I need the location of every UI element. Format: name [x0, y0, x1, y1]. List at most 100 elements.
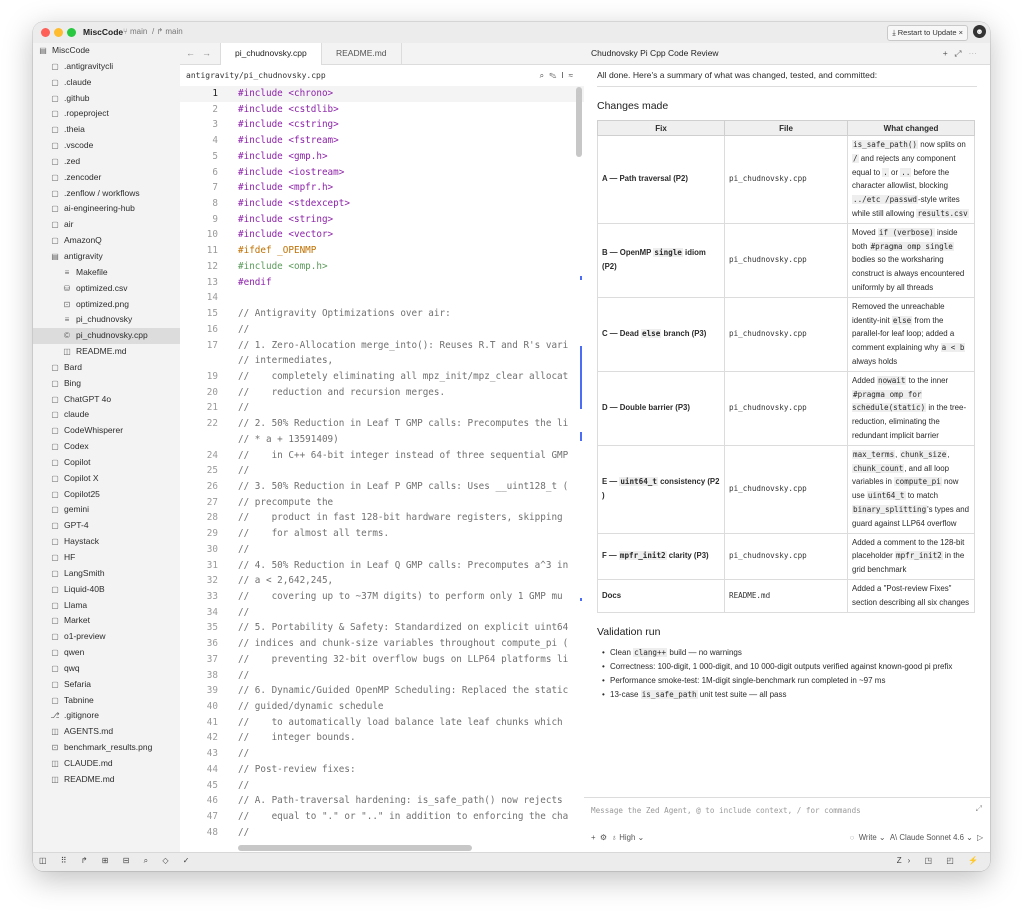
code-line[interactable]: 1 #include <chrono>	[180, 86, 584, 102]
code-view[interactable]: 1 #include <chrono> 2 #include <cstdlib> 3 #i…	[180, 86, 584, 853]
avatar[interactable]: ☻	[973, 25, 986, 38]
code-line[interactable]: 17 // 1. Zero-Allocation merge_into(): Re…	[180, 338, 584, 354]
code-line[interactable]: 32 // a < 2,642,245,	[180, 573, 584, 589]
code-line[interactable]: 13 #endif	[180, 275, 584, 291]
tree-item[interactable]: ▢ claude	[33, 407, 180, 423]
tree-item[interactable]: ▢ ai-engineering-hub	[33, 201, 180, 217]
mode-selector[interactable]: Write ⌄	[859, 833, 886, 842]
tree-item[interactable]: ▢ .zed	[33, 154, 180, 170]
code-line[interactable]: 39 // 6. Dynamic/Guided OpenMP Scheduling…	[180, 683, 584, 699]
tree-item[interactable]: ▢ ChatGPT 4o	[33, 392, 180, 408]
code-line[interactable]: 41 // to automatically load balance late …	[180, 715, 584, 731]
code-line[interactable]: 36 // indices and chunk-size variables th…	[180, 636, 584, 652]
code-line[interactable]: 11 #ifdef _OPENMP	[180, 243, 584, 259]
tree-item[interactable]: ▢ .antigravitycli	[33, 59, 180, 75]
tree-root[interactable]: ▤ MiscCode	[33, 43, 180, 59]
thread-title[interactable]: Chudnovsky Pi Cpp Code Review	[591, 48, 719, 58]
settings-icon[interactable]: ⚙	[600, 833, 607, 842]
code-line[interactable]: 28 // product in fast 128-bit hardware re…	[180, 510, 584, 526]
tab-pi-chudnovsky-cpp[interactable]: pi_chudnovsky.cpp	[220, 43, 322, 65]
tree-item[interactable]: ▢ Copilot X	[33, 471, 180, 487]
code-line[interactable]: 33 // covering up to ~37M digits) to perf…	[180, 589, 584, 605]
back-arrow-icon[interactable]: ←	[186, 48, 195, 58]
horizontal-scrollbar[interactable]	[238, 845, 472, 851]
tree-item[interactable]: ▢ HF	[33, 550, 180, 566]
code-line[interactable]: 47 // equal to "." or ".." in addition to…	[180, 809, 584, 825]
tree-item[interactable]: ▢ .theia	[33, 122, 180, 138]
expand-editor-icon[interactable]: ⤢	[976, 804, 982, 814]
minimize-window-button[interactable]	[54, 28, 63, 37]
tree-item[interactable]: ▢ Market	[33, 613, 180, 629]
branch-label[interactable]: ⑂ main	[123, 27, 147, 36]
code-line[interactable]: 21 //	[180, 400, 584, 416]
code-line[interactable]: 34 //	[180, 605, 584, 621]
tree-item[interactable]: ▢ Liquid-40B	[33, 582, 180, 598]
tree-item[interactable]: ≡ Makefile	[33, 265, 180, 281]
tree-item[interactable]: ▢ .zenflow / workflows	[33, 186, 180, 202]
effort-selector[interactable]: High ⌄	[619, 833, 644, 842]
code-line[interactable]: 3 #include <cstring>	[180, 117, 584, 133]
message-composer[interactable]: Message the Zed Agent, @ to include cont…	[584, 797, 990, 853]
code-line[interactable]: 10 #include <vector>	[180, 227, 584, 243]
code-line[interactable]: 9 #include <string>	[180, 212, 584, 228]
close-window-button[interactable]	[41, 28, 50, 37]
more-icon[interactable]: ⋯	[968, 48, 984, 58]
tree-item[interactable]: ⊡ benchmark_results.png	[33, 740, 180, 756]
code-line[interactable]: // intermediates,	[180, 353, 584, 369]
code-line[interactable]: 26 // 3. 50% Reduction in Leaf P GMP call…	[180, 479, 584, 495]
worktree-label[interactable]: / ↱ main	[152, 27, 183, 36]
code-line[interactable]: 24 // in C++ 64-bit integer instead of th…	[180, 448, 584, 464]
tree-item[interactable]: ◫ AGENTS.md	[33, 724, 180, 740]
zoom-window-button[interactable]	[67, 28, 76, 37]
tree-item[interactable]: ⛁ optimized.csv	[33, 281, 180, 297]
code-line[interactable]: 27 // precompute the	[180, 495, 584, 511]
code-line[interactable]: 30 //	[180, 542, 584, 558]
tree-item[interactable]: ▢ .claude	[33, 75, 180, 91]
project-name[interactable]: MiscCode	[83, 27, 123, 37]
tree-item[interactable]: ▢ Haystack	[33, 534, 180, 550]
tree-item[interactable]: ▢ .vscode	[33, 138, 180, 154]
settings-icon[interactable]: ≈	[569, 71, 578, 80]
code-line[interactable]: 37 // preventing 32-bit overflow bugs on …	[180, 652, 584, 668]
tree-item[interactable]: ▢ .github	[33, 91, 180, 107]
code-line[interactable]: 16 //	[180, 322, 584, 338]
tree-item[interactable]: ▢ gemini	[33, 502, 180, 518]
code-line[interactable]: 38 //	[180, 668, 584, 684]
tree-item[interactable]: ▢ Codex	[33, 439, 180, 455]
search-icon[interactable]: ⌕	[540, 71, 549, 80]
code-line[interactable]: 40 // guided/dynamic schedule	[180, 699, 584, 715]
status-left-icons[interactable]: ◫ ⠿ ↱ ⊞ ⊟ ⌕ ◇ ✓	[39, 856, 195, 866]
tree-item[interactable]: ▢ qwq	[33, 661, 180, 677]
code-line[interactable]: 4 #include <fstream>	[180, 133, 584, 149]
code-line[interactable]: 2 #include <cstdlib>	[180, 102, 584, 118]
dismiss-update-icon[interactable]: ×	[959, 28, 963, 37]
tree-item[interactable]: © pi_chudnovsky.cpp	[33, 328, 180, 345]
tree-item[interactable]: ≡ pi_chudnovsky	[33, 312, 180, 328]
code-line[interactable]: 22 // 2. 50% Reduction in Leaf T GMP call…	[180, 416, 584, 432]
code-line[interactable]: 20 // reduction and recursion merges.	[180, 385, 584, 401]
status-right-icons[interactable]: Z› ◳ ◰ ⚡	[897, 856, 984, 865]
code-line[interactable]: 14	[180, 290, 584, 306]
tree-item[interactable]: ▢ AmazonQ	[33, 233, 180, 249]
tree-item[interactable]: ▢ .zencoder	[33, 170, 180, 186]
code-line[interactable]: 8 #include <stdexcept>	[180, 196, 584, 212]
tree-item[interactable]: ▢ Llama	[33, 598, 180, 614]
tree-item[interactable]: ▢ GPT-4	[33, 518, 180, 534]
code-line[interactable]: 5 #include <gmp.h>	[180, 149, 584, 165]
tree-item[interactable]: ▢ Bing	[33, 376, 180, 392]
code-line[interactable]: 19 // completely eliminating all mpz_init…	[180, 369, 584, 385]
code-line[interactable]: 45 //	[180, 778, 584, 794]
tree-item[interactable]: ◫ README.md	[33, 344, 180, 360]
code-line[interactable]: // * a + 13591409)	[180, 432, 584, 448]
forward-arrow-icon[interactable]: →	[202, 48, 211, 58]
tree-item[interactable]: ▢ air	[33, 217, 180, 233]
thinking-icon[interactable]: ♁	[611, 833, 617, 842]
tree-item[interactable]: ▢ Copilot	[33, 455, 180, 471]
tree-item[interactable]: ▢ Copilot25	[33, 487, 180, 503]
tree-item[interactable]: ▢ LangSmith	[33, 566, 180, 582]
code-line[interactable]: 6 #include <iostream>	[180, 165, 584, 181]
send-icon[interactable]: ▷	[977, 833, 983, 842]
tree-item[interactable]: ◫ README.md	[33, 772, 180, 788]
code-line[interactable]: 12 #include <omp.h>	[180, 259, 584, 275]
selection-icon[interactable]: ✎	[549, 71, 561, 80]
